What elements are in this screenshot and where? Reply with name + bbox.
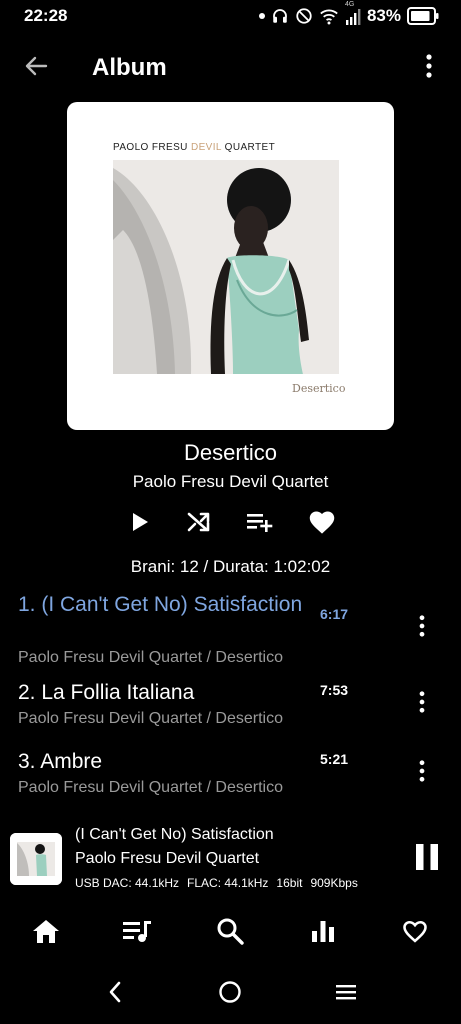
track-duration: 6:17 <box>320 606 349 622</box>
track-duration: 5:21 <box>320 751 349 767</box>
track-subtitle: Paolo Fresu Devil Quartet / Desertico <box>18 779 283 796</box>
battery-icon <box>407 7 439 25</box>
nav-favorites[interactable] <box>397 916 433 950</box>
system-back-button[interactable] <box>98 978 132 1010</box>
arrow-left-icon <box>24 55 48 82</box>
album-title: Desertico <box>184 440 277 465</box>
do-not-disturb-icon <box>295 7 313 25</box>
signal-icon: 4G <box>345 1 361 25</box>
menu-icon <box>335 983 357 1006</box>
audio-bit-depth: 16bit <box>276 876 303 890</box>
cover-band-prefix: PAOLO FRESU <box>113 142 191 153</box>
chevron-left-icon <box>107 980 123 1009</box>
bottom-navigation <box>0 910 461 956</box>
track-more-button[interactable] <box>410 689 434 719</box>
nav-search[interactable] <box>212 916 248 950</box>
track-title: 2. La Follia Italiana <box>18 681 195 704</box>
track-more-button[interactable] <box>410 613 434 643</box>
cover-art-title: Desertico <box>292 382 346 395</box>
track-subtitle: Paolo Fresu Devil Quartet / Desertico <box>18 710 283 727</box>
status-time: 22:28 <box>24 6 68 25</box>
audio-bitrate: 909Kbps <box>310 876 358 890</box>
page-title: Album <box>92 54 167 81</box>
system-navigation <box>0 972 461 1016</box>
playlist-add-icon <box>246 512 274 537</box>
battery-percent: 83% <box>366 6 401 25</box>
now-playing-artwork <box>10 833 62 885</box>
play-icon <box>131 512 149 537</box>
heart-outline-icon <box>401 918 429 949</box>
wifi-icon <box>319 7 339 25</box>
album-more-button[interactable] <box>415 52 443 84</box>
nav-home[interactable] <box>28 916 64 950</box>
nav-queue[interactable] <box>119 916 155 950</box>
now-playing-audio-info: USB DAC: 44.1kHz FLAC: 44.1kHz 16bit 909… <box>75 876 358 890</box>
favorite-button[interactable] <box>304 506 340 542</box>
track-row[interactable]: 3. Ambre 5:21 Paolo Fresu Devil Quartet … <box>0 747 461 807</box>
album-summary: Brani: 12 / Durata: 1:02:02 <box>130 557 331 576</box>
album-actions <box>0 506 461 542</box>
more-vertical-icon <box>419 614 425 642</box>
status-bar: 22:28 4G 83% <box>0 0 461 32</box>
app-bar: Album <box>0 44 461 92</box>
play-button[interactable] <box>122 506 158 542</box>
track-title: 1. (I Can't Get No) Satisfaction <box>18 593 303 616</box>
circle-icon <box>218 980 242 1009</box>
network-type: 4G <box>344 1 355 8</box>
album-cover: PAOLO FRESU DEVIL QUARTET Desertico <box>67 102 394 430</box>
more-vertical-icon <box>419 759 425 787</box>
cover-band-suffix: QUARTET <box>221 142 276 153</box>
back-button[interactable] <box>20 54 52 82</box>
track-duration: 7:53 <box>320 682 349 698</box>
album-artist: Paolo Fresu Devil Quartet <box>132 472 329 491</box>
now-playing-title: (I Can't Get No) Satisfaction <box>75 826 274 843</box>
home-icon <box>32 918 60 949</box>
equalizer-icon <box>311 919 335 948</box>
track-row[interactable]: 1. (I Can't Get No) Satisfaction 6:17 Pa… <box>0 590 461 670</box>
now-playing-bar[interactable]: (I Can't Get No) Satisfaction Paolo Fres… <box>0 820 461 898</box>
shuffle-icon <box>187 511 211 538</box>
audio-output: USB DAC: 44.1kHz <box>75 876 180 890</box>
pause-icon <box>415 843 439 876</box>
queue-music-icon <box>122 919 152 948</box>
more-vertical-icon <box>426 53 432 83</box>
heart-icon <box>308 509 336 540</box>
cover-band-name: PAOLO FRESU DEVIL QUARTET <box>113 142 275 153</box>
track-row[interactable]: 2. La Follia Italiana 7:53 Paolo Fresu D… <box>0 678 461 738</box>
nav-equalizer[interactable] <box>305 916 341 950</box>
status-icons: 4G 83% <box>258 1 439 27</box>
more-vertical-icon <box>419 690 425 718</box>
shuffle-button[interactable] <box>181 506 217 542</box>
track-more-button[interactable] <box>410 758 434 788</box>
cover-band-devil: DEVIL <box>190 142 222 153</box>
track-title: 3. Ambre <box>18 750 103 773</box>
dot-icon <box>258 13 265 19</box>
cover-artwork <box>113 160 339 374</box>
headphones-icon <box>271 7 289 25</box>
system-recents-button[interactable] <box>329 978 363 1010</box>
search-icon <box>216 917 244 950</box>
now-playing-artist: Paolo Fresu Devil Quartet <box>75 850 260 867</box>
track-subtitle: Paolo Fresu Devil Quartet / Desertico <box>18 649 283 666</box>
add-to-queue-button[interactable] <box>242 506 278 542</box>
audio-format: FLAC: 44.1kHz <box>187 876 269 890</box>
system-home-button[interactable] <box>213 978 247 1010</box>
pause-button[interactable] <box>410 842 444 876</box>
